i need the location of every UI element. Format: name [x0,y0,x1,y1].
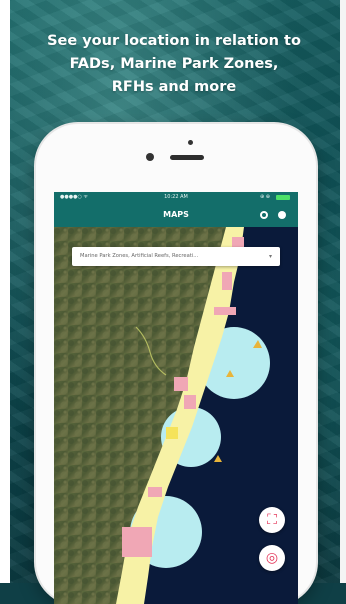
battery-icon [276,195,290,200]
zone-pink-3 [222,272,232,290]
map-view[interactable]: Marine Park Zones, Artificial Reefs, Rec… [54,227,298,604]
status-indicators: ⊕ ⊕ [260,194,270,200]
info-icon[interactable] [278,211,286,219]
zone-pink-4 [174,377,188,391]
headline-line-1: See your location in relation to [47,33,301,49]
earpiece-speaker [170,155,204,160]
zone-yellow-block [166,427,178,439]
front-camera [146,153,154,161]
locate-button[interactable]: ◎ [259,545,285,571]
headline-line-2: FADs, Marine Park Zones, [69,56,279,72]
locate-icon: ◎ [265,550,279,566]
phone-screen: ●●●●○ ᯤ 10:22 AM ⊕ ⊕ MAPS Marine Park Zo… [54,192,298,604]
layer-selector[interactable]: Marine Park Zones, Artificial Reefs, Rec… [72,247,280,266]
nav-title: MAPS [163,210,189,219]
zone-pink-7 [148,487,162,497]
layer-selector-text: Marine Park Zones, Artificial Reefs, Rec… [80,253,199,259]
left-edge [0,0,10,583]
right-edge [340,0,346,583]
layers-button[interactable]: ⛶ [259,507,285,533]
zone-pink-6 [122,527,152,557]
promo-headline: See your location in relation to FADs, M… [24,30,324,99]
headline-line-3: RFHs and more [111,79,237,95]
nav-bar: MAPS [54,203,298,227]
layers-icon: ⛶ [267,512,277,528]
phone-frame: ●●●●○ ᯤ 10:22 AM ⊕ ⊕ MAPS Marine Park Zo… [36,124,316,604]
proximity-sensor [188,140,193,145]
status-bar: ●●●●○ ᯤ 10:22 AM ⊕ ⊕ [54,192,298,203]
zone-pink-5 [184,395,196,409]
chevron-down-icon: ▾ [268,253,272,260]
gear-icon[interactable] [260,211,268,219]
zone-pink-2 [214,307,236,315]
